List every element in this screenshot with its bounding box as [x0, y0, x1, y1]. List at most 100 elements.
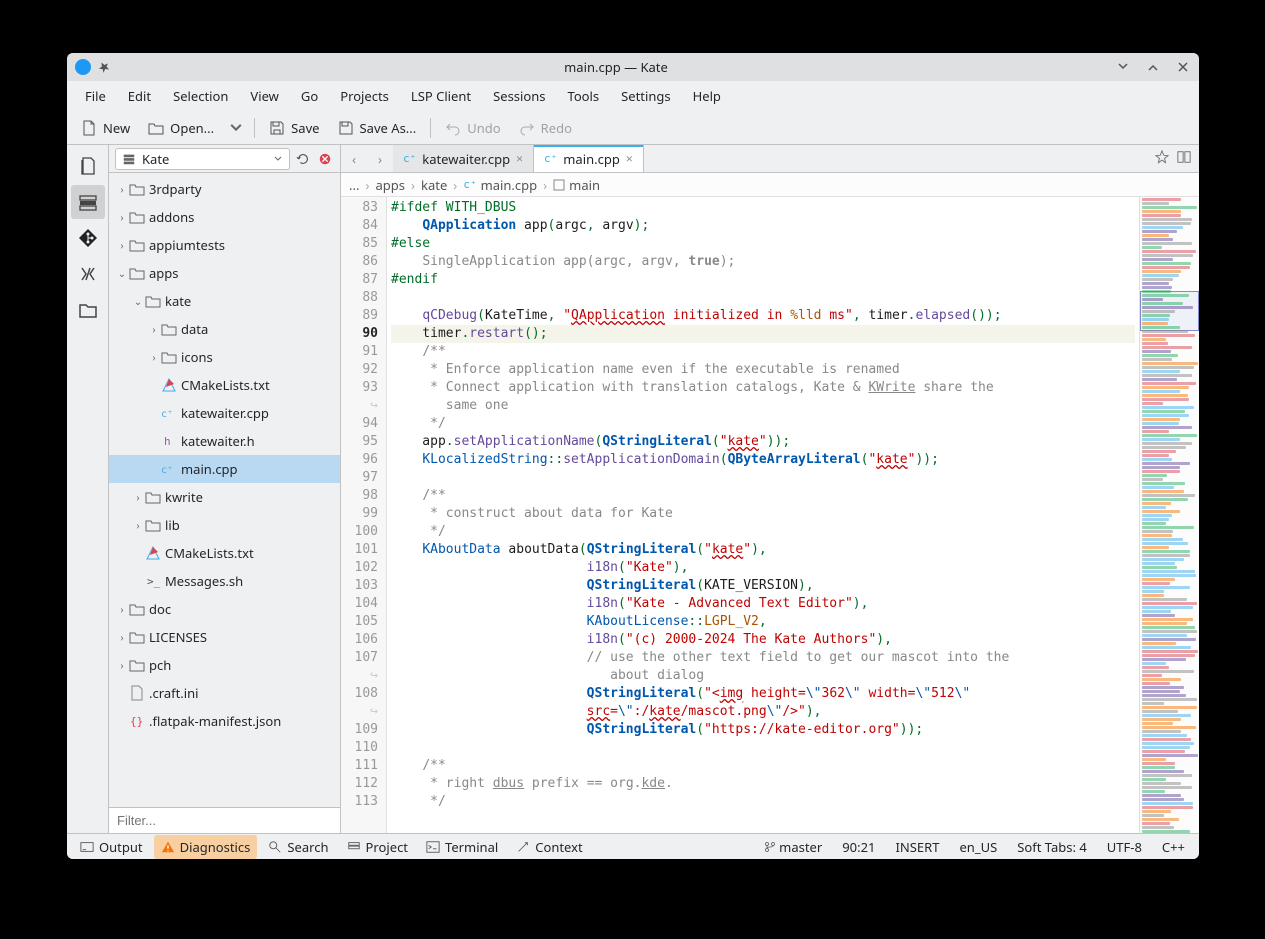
breadcrumb-item[interactable]: apps: [375, 176, 405, 194]
window-title: main.cpp — Kate: [117, 58, 1115, 76]
app-icon: [75, 59, 91, 75]
breadcrumb-item[interactable]: main: [553, 176, 600, 194]
menu-selection[interactable]: Selection: [163, 83, 238, 109]
tree-item[interactable]: hkatewaiter.h: [109, 427, 340, 455]
file-tree[interactable]: ›3rdparty›addons›appiumtests⌄apps⌄kate›d…: [109, 173, 340, 807]
tree-item[interactable]: c⁺katewaiter.cpp: [109, 399, 340, 427]
redo-button[interactable]: Redo: [511, 115, 580, 141]
tree-item[interactable]: ›data: [109, 315, 340, 343]
tab-main-cpp[interactable]: c⁺main.cpp×: [534, 145, 644, 172]
saveas-button[interactable]: Save As...: [330, 115, 425, 141]
close-icon[interactable]: ×: [626, 150, 633, 167]
tree-item[interactable]: {}.flatpak-manifest.json: [109, 707, 340, 735]
tab-back-icon[interactable]: ‹: [341, 145, 367, 172]
filesystem-icon[interactable]: [71, 293, 105, 327]
language-mode[interactable]: C++: [1154, 838, 1193, 856]
menu-go[interactable]: Go: [291, 83, 328, 109]
git-icon[interactable]: [71, 221, 105, 255]
symbols-icon[interactable]: [71, 257, 105, 291]
line-gutter[interactable]: 8384858687888990919293↪94959697989910010…: [341, 197, 387, 833]
reload-icon[interactable]: [294, 150, 312, 168]
menu-sessions[interactable]: Sessions: [483, 83, 555, 109]
edit-mode[interactable]: INSERT: [887, 838, 947, 856]
open-dropdown[interactable]: [224, 116, 248, 140]
tree-item[interactable]: ⌄apps: [109, 259, 340, 287]
git-branch[interactable]: master: [756, 838, 830, 856]
breadcrumb[interactable]: ...›apps›kate›c⁺ main.cpp› main: [341, 173, 1199, 197]
tree-item[interactable]: ›icons: [109, 343, 340, 371]
menu-tools[interactable]: Tools: [558, 83, 610, 109]
project-selector[interactable]: Kate: [115, 148, 290, 170]
project-button[interactable]: Project: [340, 835, 415, 859]
close-button[interactable]: [1175, 59, 1191, 75]
menu-projects[interactable]: Projects: [330, 83, 399, 109]
menu-lsp-client[interactable]: LSP Client: [401, 83, 481, 109]
new-button[interactable]: New: [73, 115, 138, 141]
toolbar: New Open... Save Save As... Undo Redo: [67, 111, 1199, 145]
close-icon[interactable]: ×: [516, 150, 523, 167]
titlebar: main.cpp — Kate: [67, 53, 1199, 81]
tree-item[interactable]: ›addons: [109, 203, 340, 231]
tree-item[interactable]: ›LICENSES: [109, 623, 340, 651]
breadcrumb-item[interactable]: kate: [421, 176, 447, 194]
close-project-icon[interactable]: [316, 150, 334, 168]
encoding[interactable]: UTF-8: [1099, 838, 1150, 856]
tree-item[interactable]: ›appiumtests: [109, 231, 340, 259]
maximize-button[interactable]: [1145, 59, 1161, 75]
tree-item[interactable]: CMakeLists.txt: [109, 539, 340, 567]
tree-item[interactable]: >_Messages.sh: [109, 567, 340, 595]
cursor-position[interactable]: 90:21: [834, 838, 883, 856]
tab-katewaiter-cpp[interactable]: c⁺katewaiter.cpp×: [393, 145, 534, 172]
saveas-label: Save As...: [360, 119, 417, 137]
tree-item[interactable]: .craft.ini: [109, 679, 340, 707]
project-sidebar: Kate ›3rdparty›addons›appiumtests⌄apps⌄k…: [109, 145, 341, 833]
menu-view[interactable]: View: [240, 83, 288, 109]
svg-text:{}: {}: [130, 715, 143, 728]
statusbar: Output Diagnostics Search Project Termin…: [67, 833, 1199, 859]
minimap[interactable]: [1139, 197, 1199, 833]
svg-text:h: h: [164, 435, 171, 448]
open-label: Open...: [170, 119, 214, 137]
tree-item[interactable]: ⌄kate: [109, 287, 340, 315]
undo-button[interactable]: Undo: [437, 115, 508, 141]
projects-icon[interactable]: [71, 185, 105, 219]
quick-open-icon[interactable]: [1155, 150, 1169, 168]
context-button[interactable]: Context: [509, 835, 589, 859]
save-label: Save: [291, 119, 319, 137]
documents-icon[interactable]: [71, 149, 105, 183]
new-label: New: [103, 119, 130, 137]
output-button[interactable]: Output: [73, 835, 150, 859]
terminal-button[interactable]: Terminal: [419, 835, 505, 859]
filter-input[interactable]: [109, 808, 340, 833]
breadcrumb-item[interactable]: c⁺ main.cpp: [463, 176, 537, 194]
app-window: main.cpp — Kate FileEditSelectionViewGoP…: [67, 53, 1199, 859]
activity-bar: [67, 145, 109, 833]
tree-item[interactable]: ›kwrite: [109, 483, 340, 511]
code-editor[interactable]: #ifdef WITH_DBUS QApplication app(argc, …: [387, 197, 1139, 833]
tree-item[interactable]: ›3rdparty: [109, 175, 340, 203]
menu-help[interactable]: Help: [683, 83, 731, 109]
tree-item[interactable]: ›lib: [109, 511, 340, 539]
search-button[interactable]: Search: [261, 835, 335, 859]
svg-text:c⁺: c⁺: [161, 409, 173, 420]
undo-label: Undo: [467, 119, 500, 137]
open-button[interactable]: Open...: [140, 115, 222, 141]
tab-forward-icon[interactable]: ›: [367, 145, 393, 172]
menu-file[interactable]: File: [75, 83, 116, 109]
menu-edit[interactable]: Edit: [118, 83, 161, 109]
pin-icon[interactable]: [97, 60, 111, 74]
save-button[interactable]: Save: [261, 115, 327, 141]
locale[interactable]: en_US: [951, 838, 1005, 856]
split-icon[interactable]: [1177, 150, 1191, 168]
menu-settings[interactable]: Settings: [611, 83, 680, 109]
tree-item[interactable]: CMakeLists.txt: [109, 371, 340, 399]
project-name: Kate: [142, 150, 169, 168]
tree-item[interactable]: ›doc: [109, 595, 340, 623]
diagnostics-button[interactable]: Diagnostics: [154, 835, 258, 859]
breadcrumb-item[interactable]: ...: [349, 176, 359, 194]
minimize-button[interactable]: [1115, 59, 1131, 75]
tree-item[interactable]: ›pch: [109, 651, 340, 679]
indent-mode[interactable]: Soft Tabs: 4: [1009, 838, 1095, 856]
svg-text:>_: >_: [147, 575, 161, 588]
tree-item[interactable]: c⁺main.cpp: [109, 455, 340, 483]
